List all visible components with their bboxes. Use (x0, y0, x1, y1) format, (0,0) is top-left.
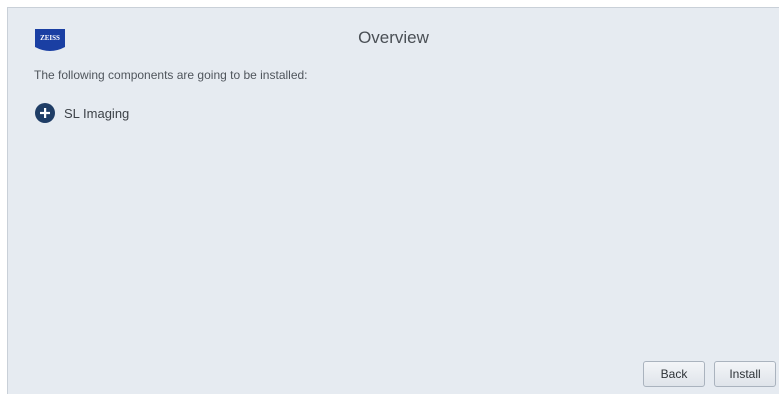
component-label: SL Imaging (64, 105, 130, 121)
page-title: Overview (358, 28, 429, 47)
component-item-sl-imaging[interactable]: SL Imaging (35, 102, 129, 124)
component-list: SL Imaging (35, 102, 129, 124)
intro-text: The following components are going to be… (34, 68, 308, 82)
footer-buttons: Back Install (643, 361, 776, 387)
install-button[interactable]: Install (714, 361, 776, 387)
back-button[interactable]: Back (643, 361, 705, 387)
installer-window: ZEISS Overview The following components … (7, 7, 779, 394)
plus-circle-icon[interactable] (35, 103, 55, 123)
header: ZEISS Overview (8, 8, 779, 58)
